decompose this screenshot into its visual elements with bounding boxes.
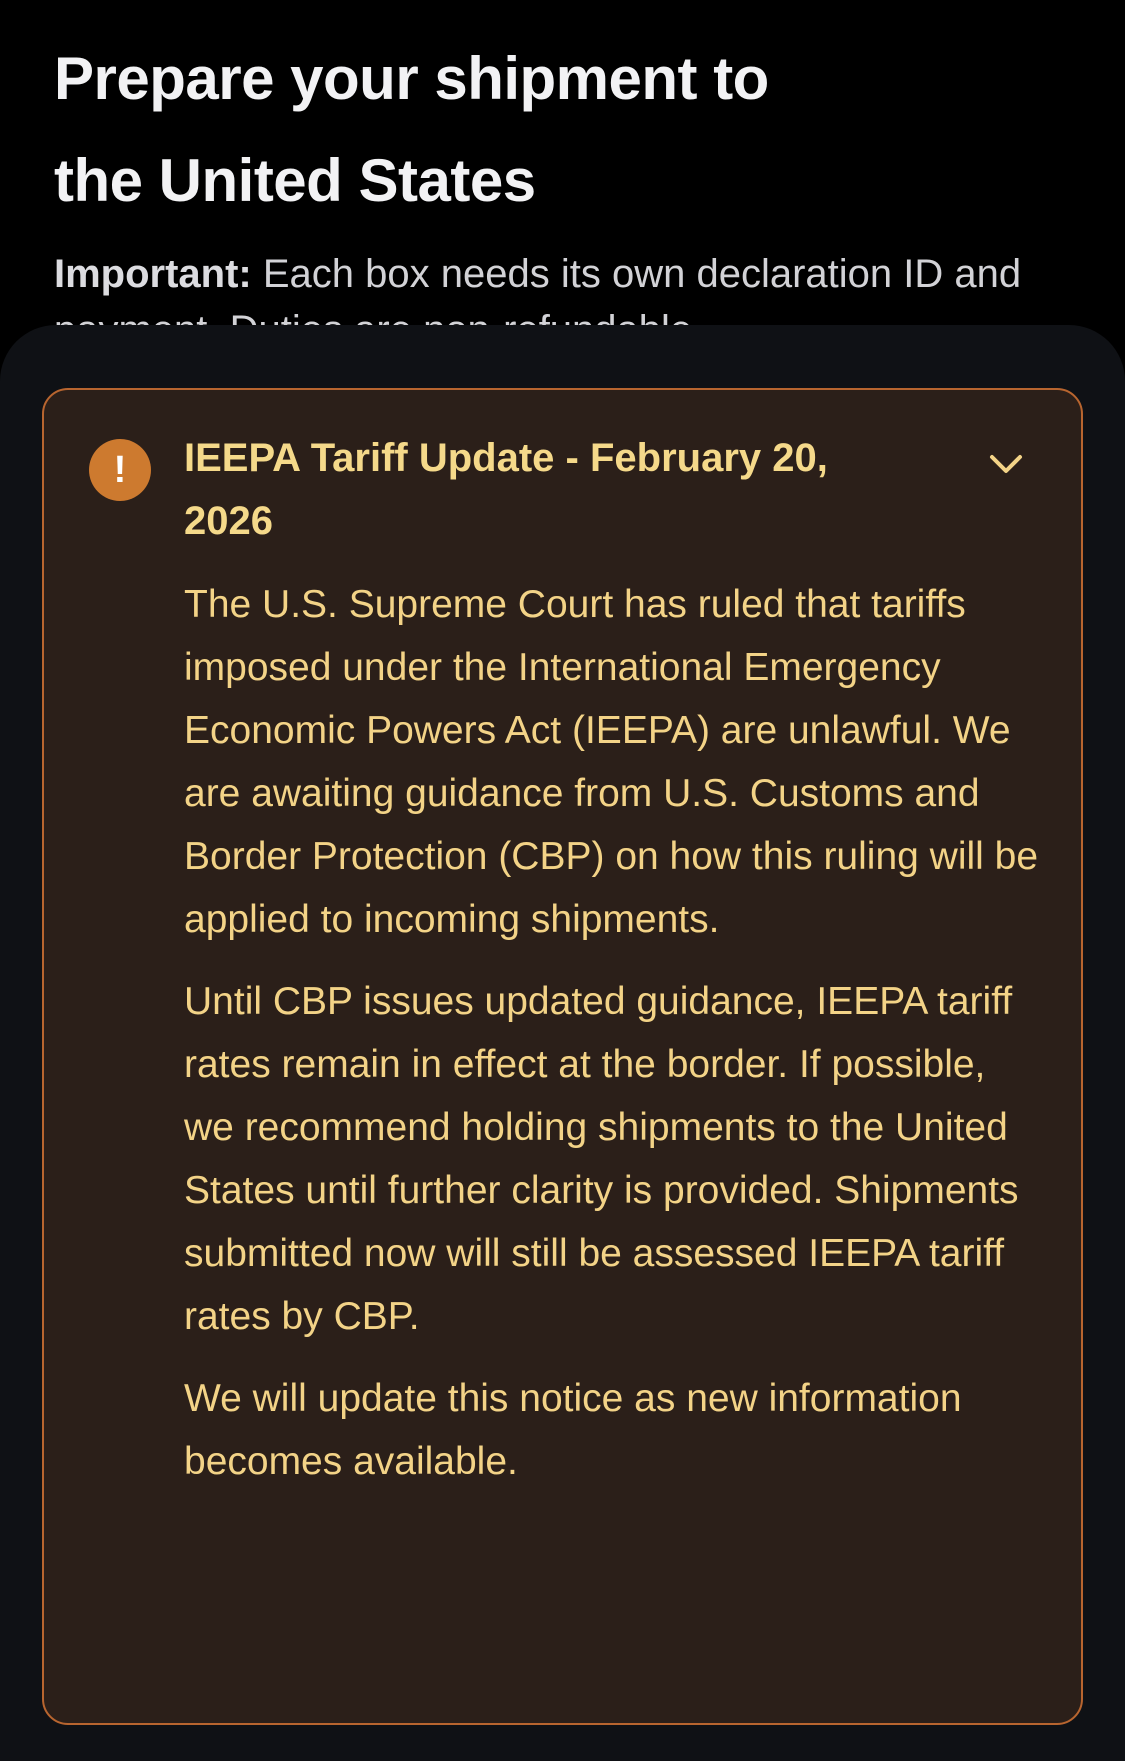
page-title-line-2: the United States bbox=[54, 147, 536, 214]
page-title-line-1: Prepare your shipment to bbox=[54, 45, 769, 112]
shipment-page: Prepare your shipment to the United Stat… bbox=[0, 0, 1125, 1761]
notice-body: The U.S. Supreme Court has ruled that ta… bbox=[184, 573, 1044, 1493]
notice-paragraph-2: Until CBP issues updated guidance, IEEPA… bbox=[184, 980, 1019, 1338]
chevron-down-icon[interactable] bbox=[984, 442, 1028, 486]
notice-title: IEEPA Tariff Update - February 20, 2026 bbox=[184, 436, 828, 543]
notice-paragraph-1: The U.S. Supreme Court has ruled that ta… bbox=[184, 583, 1039, 941]
exclamation-icon: ! bbox=[89, 439, 151, 501]
notice-paragraph-3: We will update this notice as new inform… bbox=[184, 1377, 962, 1483]
page-title: Prepare your shipment to the United Stat… bbox=[54, 28, 1074, 232]
important-label: Important: bbox=[54, 252, 252, 296]
tariff-notice[interactable]: ! IEEPA Tariff Update - February 20, 202… bbox=[42, 388, 1083, 1725]
page-header: Prepare your shipment to the United Stat… bbox=[54, 28, 1074, 232]
